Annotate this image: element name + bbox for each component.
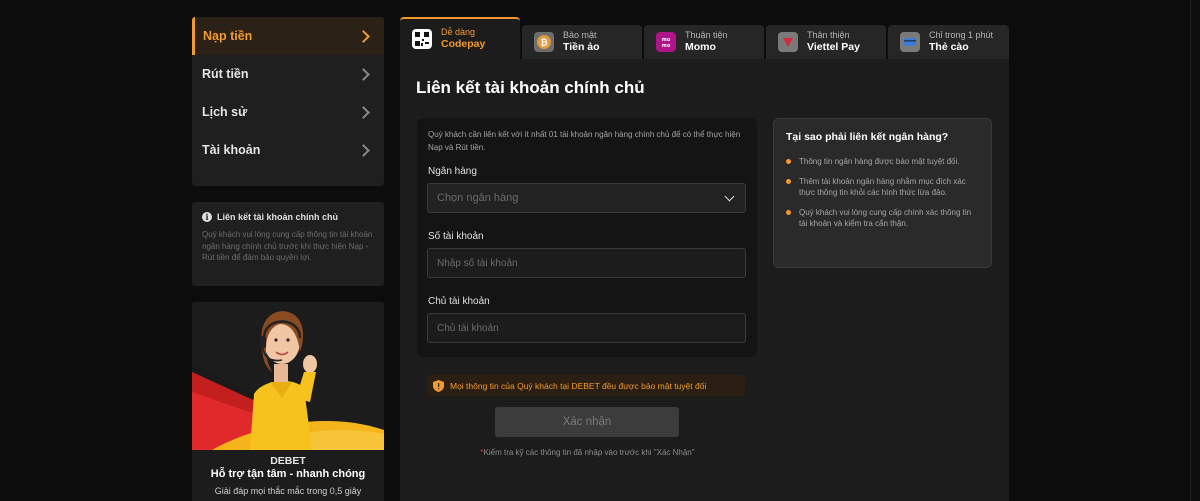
link-bank-form: Quý khách cần liên kết với ít nhất 01 tà… <box>417 118 757 357</box>
account-holder-label: Chủ tài khoản <box>428 296 490 307</box>
tab-codepay[interactable]: Dễ dàng Codepay <box>400 17 520 59</box>
form-note: Quý khách cần liên kết với ít nhất 01 tà… <box>428 130 741 152</box>
svg-text:mo: mo <box>662 43 671 48</box>
bank-select-placeholder: Chọn ngân hàng <box>437 192 519 204</box>
why-list: Thông tin ngân hàng được bảo mật tuyệt đ… <box>786 156 979 230</box>
account-number-input[interactable]: Nhập số tài khoản <box>427 248 746 278</box>
account-holder-input[interactable]: Chủ tài khoản <box>427 313 746 343</box>
footer-note: *Kiểm tra kỹ các thông tin đã nhập vào t… <box>400 448 775 457</box>
tab-title: Viettel Pay <box>807 41 860 53</box>
chevron-right-icon <box>357 67 370 81</box>
sidebar-item-label: Lịch sử <box>202 105 248 119</box>
bank-select[interactable]: Chọn ngân hàng <box>427 183 746 213</box>
list-item: Thêm tài khoản ngân hàng nhằm mục đích x… <box>786 176 979 199</box>
page-scrollbar[interactable] <box>1190 0 1200 501</box>
tab-viettel-pay[interactable]: Thân thiện Viettel Pay <box>766 25 886 59</box>
tab-scratch-card[interactable]: Chỉ trong 1 phút Thẻ cào <box>888 25 1009 59</box>
account-number-label: Số tài khoản <box>428 231 484 242</box>
sidebar-item-label: Tài khoản <box>202 143 261 157</box>
info-icon: i <box>202 212 212 222</box>
tab-subtitle: Dễ dàng <box>441 27 476 37</box>
info-card-header: i Liên kết tài khoản chính chủ <box>202 212 374 222</box>
tab-title: Tiền ảo <box>563 41 600 53</box>
list-item: Quý khách vui lòng cung cấp chính xác th… <box>786 207 979 230</box>
shield-icon <box>433 379 444 392</box>
page-title: Liên kết tài khoản chính chủ <box>416 78 645 97</box>
sidebar-nav: Nạp tiền Rút tiền Lịch sử Tài khoản <box>192 17 384 186</box>
link-account-info-card: i Liên kết tài khoản chính chủ Quý khách… <box>192 202 384 286</box>
sidebar-item-withdraw[interactable]: Rút tiền <box>192 55 384 93</box>
sidebar-item-deposit[interactable]: Nạp tiền <box>192 17 384 55</box>
chevron-right-icon <box>357 105 370 119</box>
bank-label: Ngân hàng <box>428 166 477 177</box>
qr-code-icon <box>412 29 432 49</box>
sidebar-item-account[interactable]: Tài khoản <box>192 131 384 169</box>
confirm-button[interactable]: Xác nhận <box>495 407 679 437</box>
tab-title: Codepay <box>441 38 486 50</box>
sidebar-item-label: Rút tiền <box>202 67 249 81</box>
list-item: Thông tin ngân hàng được bảo mật tuyệt đ… <box>786 156 979 168</box>
account-holder-placeholder: Chủ tài khoản <box>437 322 499 334</box>
info-card-text: Quý khách vui lòng cung cấp thông tin tà… <box>202 230 373 262</box>
footer-note-text: Kiểm tra kỹ các thông tin đã nhập vào tr… <box>483 448 695 457</box>
tab-subtitle: Thuận tiện <box>685 30 728 40</box>
card-icon <box>900 32 920 52</box>
sidebar-item-history[interactable]: Lịch sử <box>192 93 384 131</box>
support-agent-illustration <box>192 302 384 450</box>
chevron-right-icon <box>357 143 370 157</box>
chevron-right-icon <box>357 29 370 43</box>
tab-subtitle: Bảo mật <box>563 30 597 40</box>
tab-crypto[interactable]: ₿ Bảo mật Tiền ảo <box>522 25 642 59</box>
account-number-placeholder: Nhập số tài khoản <box>437 257 518 269</box>
main-panel: Liên kết tài khoản chính chủ Quý khách c… <box>400 59 1009 501</box>
tab-subtitle: Chỉ trong 1 phút <box>929 30 994 40</box>
sidebar-item-label: Nạp tiền <box>203 29 253 43</box>
tab-title: Momo <box>685 41 716 53</box>
support-tagline: Hỗ trợ tận tâm - nhanh chóng <box>210 468 366 480</box>
bitcoin-icon: ₿ <box>534 32 554 52</box>
info-card-title: Liên kết tài khoản chính chủ <box>217 212 339 222</box>
svg-text:₿: ₿ <box>540 38 547 49</box>
tab-title: Thẻ cào <box>929 41 969 53</box>
why-title: Tại sao phải liên kết ngân hàng? <box>786 131 949 143</box>
support-subtext: Giải đáp mọi thắc mắc trong 0,5 giây <box>214 486 362 496</box>
support-brand: DEBET <box>270 455 306 467</box>
support-card: DEBET Hỗ trợ tận tâm - nhanh chóng Giải … <box>192 302 384 501</box>
chevron-down-icon <box>724 191 735 202</box>
viettel-pay-icon <box>778 32 798 52</box>
tab-momo[interactable]: mo mo Thuận tiện Momo <box>644 25 764 59</box>
security-notice-text: Mọi thông tin của Quý khách tại DEBET đề… <box>450 380 707 391</box>
tab-subtitle: Thân thiện <box>807 30 850 40</box>
security-notice: Mọi thông tin của Quý khách tại DEBET đề… <box>427 375 745 396</box>
why-link-bank-card: Tại sao phải liên kết ngân hàng? Thông t… <box>773 118 992 268</box>
momo-icon: mo mo <box>656 32 676 52</box>
